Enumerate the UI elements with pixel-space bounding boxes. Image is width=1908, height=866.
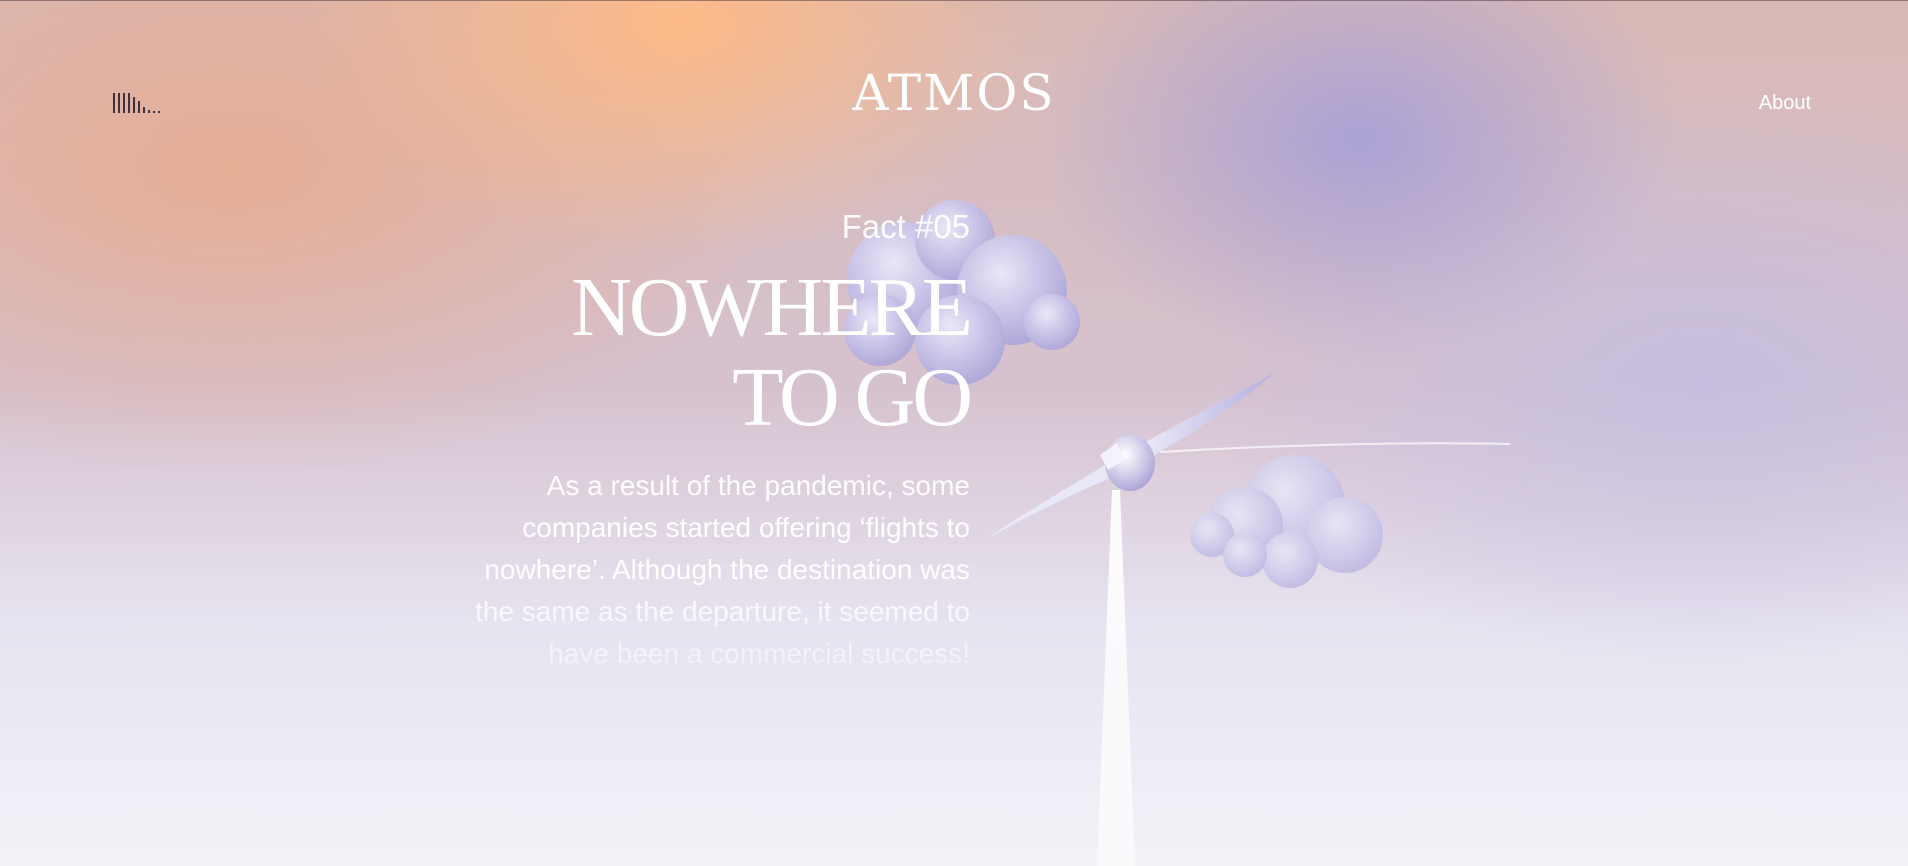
airplane-icon: [985, 372, 1275, 540]
nav-about-link[interactable]: About: [1759, 92, 1811, 115]
fact-number: Fact #05: [841, 208, 970, 245]
contrail: [1097, 442, 1511, 866]
fact-title-line-2: TO GO: [732, 351, 973, 444]
top-border: [0, 0, 1908, 1]
fact-title-line-1: NOWHERE: [571, 261, 973, 354]
fact-title: NOWHERE TO GO: [450, 261, 973, 444]
hero-scene: ATMOS About Fact #05 NOWHERE TO GO As a …: [0, 0, 1908, 866]
fact-section: Fact #05 NOWHERE TO GO As a result of th…: [450, 208, 973, 675]
site-logo[interactable]: ATMOS: [0, 68, 1908, 118]
fact-body: As a result of the pandemic, some compan…: [475, 470, 970, 669]
cloud-icon: [1190, 455, 1383, 588]
